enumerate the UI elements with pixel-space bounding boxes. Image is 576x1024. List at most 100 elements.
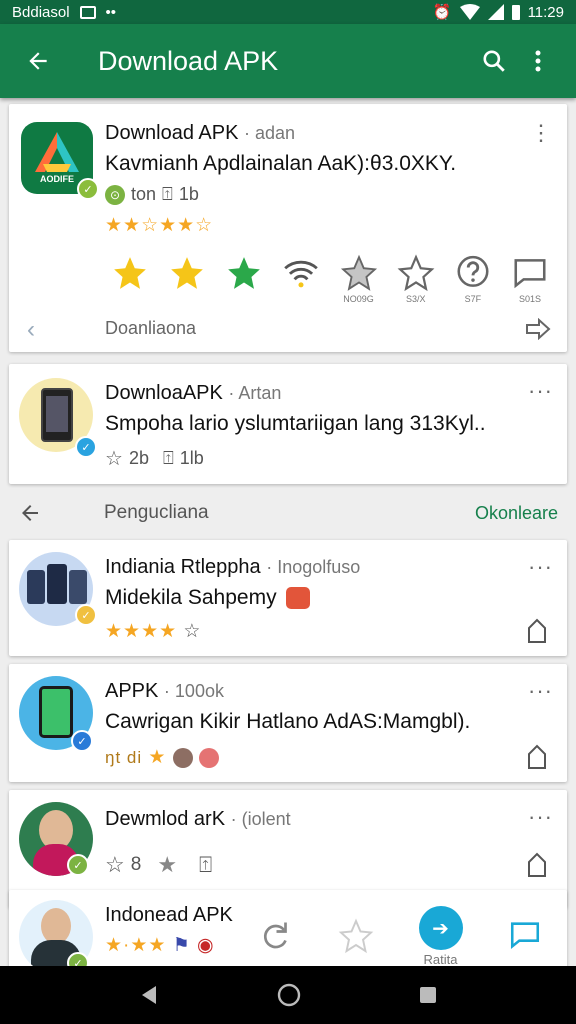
card-more-button[interactable]: ···: [528, 804, 553, 830]
recents-square-icon[interactable]: [418, 985, 438, 1005]
developer-name: · 100ok: [163, 681, 224, 701]
rating-stars: ★★☆★★☆: [105, 215, 214, 236]
star-icon: ★: [157, 852, 178, 877]
app-name: Download APK: [105, 122, 239, 144]
phone-image-icon: [41, 388, 73, 442]
arrow-left-icon: [29, 52, 47, 70]
verified-badge: ✓: [75, 604, 97, 626]
help-icon: [457, 255, 489, 287]
meta-b: 1b: [178, 184, 199, 204]
big-star-3[interactable]: [219, 254, 269, 305]
chat-button[interactable]: S01S: [505, 254, 555, 305]
help-button[interactable]: S7F: [448, 254, 498, 305]
app-name-line: APPK · 100ok: [105, 680, 224, 703]
card-more-button[interactable]: ···: [528, 378, 553, 404]
bookmark-icon[interactable]: [525, 852, 549, 878]
rate-button[interactable]: ➔ Ratita: [418, 906, 463, 966]
star-outline-icon: ☆: [105, 448, 123, 470]
app-name: DownloaAPK: [105, 382, 223, 404]
big-star-1[interactable]: [105, 254, 155, 305]
system-nav-bar: [0, 966, 576, 1024]
meta-b: 1lb: [179, 448, 204, 468]
red-badge-icon: [286, 587, 311, 610]
star-icon: [171, 257, 203, 289]
dots-icon: ••: [105, 3, 117, 21]
featured-app-card[interactable]: AODIFE ✓ Download APK · adan ⋮ Kavmianh …: [9, 104, 567, 352]
search-button[interactable]: [472, 39, 516, 83]
phones-image-icon: [27, 570, 45, 604]
card-more-button[interactable]: ⋮: [530, 120, 553, 146]
footer-row: ‹ Doanliaona: [9, 316, 567, 344]
avatar-icon: [172, 747, 193, 768]
meta-row: ⊙ ton ⍐ 1b: [105, 184, 199, 205]
list-item[interactable]: ✓ Indiania Rtleppha · Inogolfuso ··· Mid…: [9, 540, 567, 656]
bookmark-icon[interactable]: [525, 744, 549, 770]
verified-badge: ✓: [71, 730, 93, 752]
developer-name: · adan: [243, 123, 296, 143]
home-circle-icon[interactable]: [276, 982, 302, 1008]
action-icons-row: NO09G S3/X S7F S01S: [105, 254, 555, 305]
app-description: Cawrigan Kikir Hatlano AdAS:Mamgbl).: [105, 710, 471, 733]
wifi-button[interactable]: [276, 254, 326, 305]
arrow-left-icon[interactable]: [18, 501, 42, 525]
card-more-button[interactable]: ···: [528, 678, 553, 704]
meta-row: ☆ 8 ★ ⍐: [105, 852, 212, 878]
app-bar: Download APK: [0, 24, 576, 98]
refresh-icon[interactable]: [257, 918, 293, 954]
star-icon: [114, 257, 146, 289]
star-icon: [228, 257, 261, 289]
alarm-icon: ⏰: [432, 4, 452, 21]
app-name-line: Download APK · adan: [105, 122, 295, 145]
carrier-label: Bddiasol: [12, 3, 70, 21]
search-icon: [483, 50, 505, 72]
app-name: APPK: [105, 680, 159, 702]
section-action-link[interactable]: Okonleare: [475, 503, 558, 524]
app-icon: AODIFE ✓: [21, 122, 99, 200]
chat-bubble-icon: ➔: [418, 906, 463, 950]
star-outline-icon: [397, 254, 435, 292]
share-arrow-icon[interactable]: [525, 318, 551, 340]
list-item[interactable]: ✓ APPK · 100ok ··· Cawrigan Kikir Hatlan…: [9, 664, 567, 782]
section-title: Pengucliana: [104, 502, 209, 523]
big-star-2[interactable]: [162, 254, 212, 305]
logo-a-icon: [35, 132, 79, 172]
app-name-line: Indonead APK: [105, 904, 233, 927]
wifi-signal-icon: [459, 4, 480, 20]
app-badge-icon: ⊙: [105, 184, 125, 205]
app-description: Kavmianh Apdlainalan AaK):θ3.0XKY.: [105, 152, 457, 175]
section-header: Pengucliana Okonleare: [0, 488, 576, 538]
app-card-downloaapk[interactable]: ✓ DownloaAPK · Artan ··· Smpoha lario ys…: [9, 364, 567, 484]
back-button[interactable]: [16, 39, 60, 83]
star-outline-button-1[interactable]: NO09G: [334, 254, 384, 305]
status-bar: Bddiasol •• ⏰ 11:29: [0, 0, 576, 24]
app-name-line: Dewmlod arK · (iolent: [105, 808, 291, 831]
battery-icon: [511, 4, 520, 20]
star-outline-icon: ☆: [105, 852, 125, 877]
comment-icon[interactable]: [508, 918, 542, 952]
back-triangle-icon[interactable]: [138, 984, 160, 1006]
star-outline-icon: [340, 254, 377, 291]
cell-signal-icon: [487, 4, 504, 20]
meta-row: ☆ 2b ⍐ 1lb: [105, 446, 204, 471]
star-outline-icon[interactable]: [338, 918, 374, 954]
rating-stars: ★★★★ ☆: [105, 621, 202, 642]
app-name: Indiania Rtleppha: [105, 556, 261, 578]
card-more-button[interactable]: ···: [528, 554, 553, 580]
developer-name: · Inogolfuso: [266, 557, 361, 577]
meta-a: 2b: [128, 448, 149, 468]
phone-image-icon: [39, 686, 73, 738]
app-name-line: DownloaAPK · Artan: [105, 382, 281, 405]
avatar-icon: [199, 747, 220, 768]
verified-badge: ✓: [77, 178, 99, 200]
overflow-menu-button[interactable]: [516, 39, 560, 83]
clock: 11:29: [527, 3, 564, 21]
developer-name: · Artan: [228, 383, 282, 403]
bookmark-icon[interactable]: [525, 618, 549, 644]
chevron-left-icon[interactable]: ‹: [27, 316, 35, 344]
wifi-icon: [284, 260, 319, 288]
star-outline-button-2[interactable]: S3/X: [391, 254, 441, 305]
app-description: Midekila Sahpemy: [105, 586, 311, 610]
app-name: Dewmlod arK: [105, 808, 226, 830]
meta-a: 8: [130, 854, 142, 875]
more-vert-icon: [535, 50, 541, 72]
